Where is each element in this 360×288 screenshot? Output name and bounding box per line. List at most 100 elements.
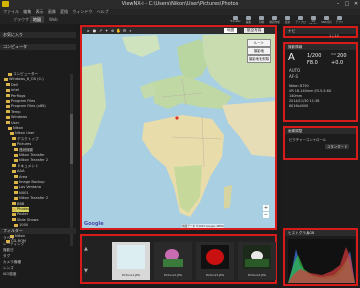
nx-studio-button[interactable]: NX Studio xyxy=(308,16,319,26)
tree-scrollbar[interactable] xyxy=(70,74,73,246)
tab-map[interactable]: 地図 xyxy=(30,16,44,23)
satellite-button[interactable]: 航空写真 xyxy=(244,28,265,33)
folder-item[interactable]: Slide Shows xyxy=(12,218,38,223)
folder-item[interactable]: Windows xyxy=(6,115,27,120)
folder-item[interactable]: Las Ventana xyxy=(14,185,41,190)
transfer-button[interactable]: Transfer xyxy=(230,16,241,23)
pin-tool-icon[interactable]: ● xyxy=(92,28,97,33)
folder-item[interactable]: ドキュメント xyxy=(12,164,39,169)
folder-label: ドキュメント xyxy=(17,163,39,168)
folder-item[interactable]: Area xyxy=(14,175,27,180)
thumbnail[interactable]: Picture3.JPG xyxy=(196,242,234,280)
folder-item[interactable]: 連続撮影 xyxy=(14,148,33,153)
target-icon[interactable]: ⊕ xyxy=(110,28,115,33)
menu-file[interactable]: ファイル xyxy=(3,9,19,14)
thumbnail[interactable]: Picture1.JPG xyxy=(112,242,150,280)
menu-convert[interactable]: 変換 xyxy=(60,9,68,14)
adjust-value-select[interactable]: スタンダード xyxy=(325,144,350,149)
title-bar: ViewNX-i - C:\Users\Nikon\User\Pictures\… xyxy=(0,0,360,9)
delete-location-button[interactable]: 撮影地を削除 xyxy=(247,55,271,63)
folder-item[interactable]: Photos xyxy=(12,207,30,212)
close-button[interactable]: ✕ xyxy=(352,1,360,7)
hand-tool-icon[interactable]: ✋ xyxy=(116,28,121,33)
zoom-out-button[interactable]: − xyxy=(263,212,269,218)
folder-item[interactable]: NX01 xyxy=(14,191,29,196)
menu-view[interactable]: 表示 xyxy=(36,9,44,14)
folder-label: Program Files xyxy=(11,99,36,103)
folder-item[interactable]: Pictures xyxy=(12,142,31,147)
convert-button[interactable]: 変換 xyxy=(282,16,293,24)
folder-item[interactable]: Program Files xyxy=(6,99,35,104)
histogram-mode[interactable]: RGB xyxy=(307,231,314,235)
folder-item[interactable]: Intel xyxy=(6,88,19,93)
folder-item[interactable]: Dell xyxy=(6,83,18,88)
route-button[interactable]: ルート xyxy=(247,39,271,47)
filter-item[interactable]: レーティング xyxy=(3,242,24,247)
thumbnail[interactable]: Picture4.JPG xyxy=(238,242,276,280)
location-button[interactable]: 撮影地 xyxy=(247,47,271,55)
movie-button[interactable]: 動画作成 xyxy=(269,16,280,24)
upload-button[interactable]: アップロード xyxy=(295,16,306,28)
tab-browser[interactable]: ブラウザ xyxy=(10,16,32,23)
map-type-button[interactable]: 地図 xyxy=(224,28,238,33)
scroll-down-icon[interactable]: ▼ xyxy=(84,268,88,274)
folder-item[interactable]: Program Files (x86) xyxy=(6,104,46,109)
scroll-up-icon[interactable]: ▲ xyxy=(84,246,88,252)
folder-item[interactable]: Temp xyxy=(6,110,21,115)
histogram-header[interactable]: ヒストグラム xyxy=(285,230,356,236)
folder-label: Temp xyxy=(11,109,21,114)
folder-item[interactable]: Image Backup xyxy=(14,180,45,185)
select-tool-icon[interactable]: ▸ xyxy=(86,28,91,33)
maximize-button[interactable]: □ xyxy=(343,1,351,7)
tab-web[interactable]: Web xyxy=(46,16,61,23)
folder-item[interactable]: Nikon Transfer 2 xyxy=(14,196,48,201)
thumbnail[interactable]: Picture2.JPG xyxy=(154,242,192,280)
navigation-header[interactable]: ナビ xyxy=(285,28,356,34)
folder-item[interactable]: Nikon User xyxy=(10,131,34,136)
folder-icon xyxy=(12,137,16,141)
folder-item[interactable]: Windows_8_OS (C:) xyxy=(4,77,44,82)
folder-label: Dell xyxy=(11,82,18,87)
folder-item[interactable]: AAA xyxy=(12,169,25,174)
compass-icon[interactable]: ✦ xyxy=(104,28,109,33)
folder-item[interactable]: Nikon Transfer xyxy=(14,153,45,158)
print-button[interactable]: 印刷 xyxy=(256,16,267,24)
folder-item[interactable]: Nikon xyxy=(8,126,23,131)
filter-item[interactable]: カメラ機種 xyxy=(3,260,21,265)
favorites-header[interactable]: お気に入り xyxy=(0,32,76,38)
folder-item[interactable]: Nikon Transfer 2 xyxy=(14,158,48,163)
filter-item[interactable]: ISO感度 xyxy=(3,272,16,277)
filter-item[interactable]: レンズ xyxy=(3,266,14,271)
menu-image[interactable]: 画像 xyxy=(48,9,56,14)
filter-item[interactable]: 撮影日 xyxy=(3,248,14,253)
apps-button[interactable]: アプリ xyxy=(334,16,345,24)
filter-item[interactable]: ラベル xyxy=(3,236,14,241)
folder-icon xyxy=(14,191,18,195)
menu-edit[interactable]: 編集 xyxy=(23,9,31,14)
folder-item[interactable]: デスクトップ xyxy=(12,137,39,142)
folder-item[interactable]: User xyxy=(6,121,19,126)
map-view[interactable]: ▸ ● ↗ ✦ ⊕ ✋ ⚙ ⌕ 地図 航空写真 ルート 撮影地 撮影地を削除 +… xyxy=(80,25,277,230)
folder-label: Windows_8_OS (C:) xyxy=(9,77,44,82)
folder-item[interactable]: BBB xyxy=(12,202,24,207)
folder-item[interactable]: Perflogs xyxy=(6,94,25,99)
computer-header[interactable]: コンピュータ xyxy=(0,44,76,50)
adjustments-header[interactable]: 画像調整 xyxy=(285,128,356,134)
filter-header[interactable]: フィルター xyxy=(0,228,76,234)
folder-item[interactable]: コンピューター xyxy=(8,72,38,77)
tree-scroll-thumb[interactable] xyxy=(70,114,73,164)
folder-item[interactable]: Poster xyxy=(12,212,28,217)
folder-icon xyxy=(10,131,14,135)
settings-icon[interactable]: ⚙ xyxy=(122,28,127,33)
minimize-button[interactable]: – xyxy=(334,1,342,7)
sns-button[interactable]: SNS共有 xyxy=(321,16,332,24)
route-tool-icon[interactable]: ↗ xyxy=(98,28,103,33)
zoom-in-button[interactable]: + xyxy=(263,205,269,211)
folder-icon xyxy=(12,212,16,216)
shooting-info-header[interactable]: 撮影情報 xyxy=(285,44,356,50)
menu-window[interactable]: ウィンドウ xyxy=(72,9,92,14)
edit-button[interactable]: 編集 xyxy=(243,16,254,24)
filter-item[interactable]: タグ xyxy=(3,254,10,259)
menu-help[interactable]: ヘルプ xyxy=(97,9,109,14)
search-icon[interactable]: ⌕ xyxy=(128,28,133,33)
